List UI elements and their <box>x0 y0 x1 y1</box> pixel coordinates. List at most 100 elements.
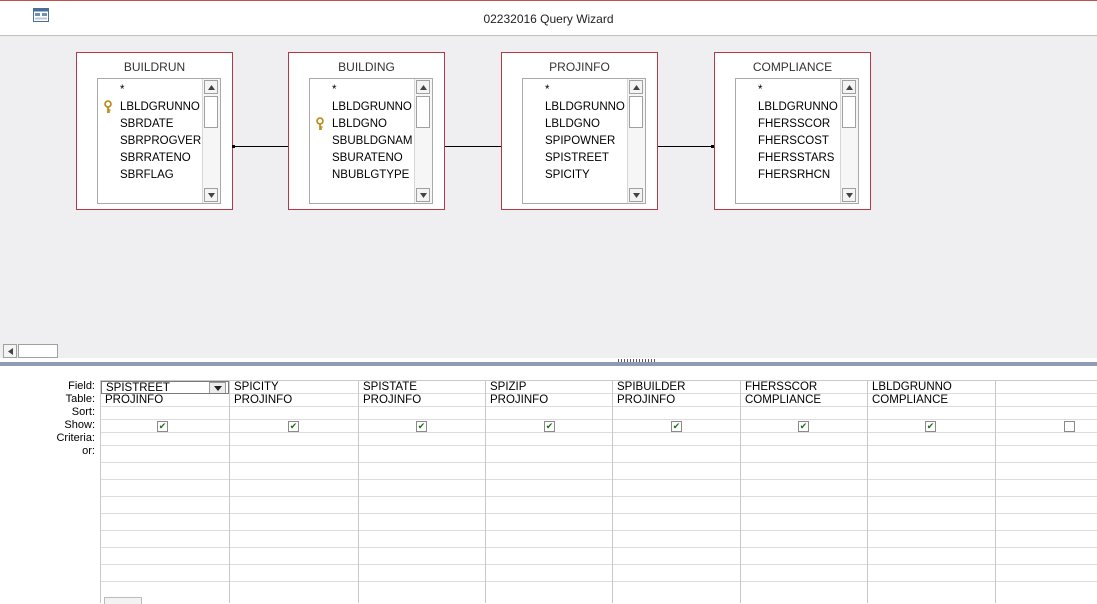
vertical-scrollbar[interactable] <box>840 79 858 203</box>
join-line-buildrun-building[interactable] <box>233 146 288 147</box>
scroll-thumb[interactable] <box>416 96 430 128</box>
grid-horizontal-scrollbar[interactable] <box>104 597 142 604</box>
show-cell[interactable] <box>996 420 1097 433</box>
table-box-buildrun[interactable]: BUILDRUN * LBLDGRUNNO SBRDATE SBRPROGVER… <box>76 52 233 210</box>
show-checkbox[interactable]: ✔ <box>288 421 299 432</box>
table-box-building[interactable]: BUILDING * LBLDGRUNNO LBLDGNO SBUBLDGNAM… <box>288 52 445 210</box>
field-item[interactable]: FHERSCOST <box>736 133 840 150</box>
field-item[interactable]: SBRRATENO <box>98 150 202 167</box>
field-cell[interactable]: SPIZIP <box>486 381 612 394</box>
grid-column[interactable]: SPICITY PROJINFO ✔ <box>230 381 359 603</box>
field-item[interactable]: * <box>310 82 414 99</box>
design-grid[interactable]: SPISTREET PROJINFO ✔ SPICITY PROJINFO ✔ … <box>100 380 1097 603</box>
vertical-scrollbar[interactable] <box>627 79 645 203</box>
show-checkbox[interactable]: ✔ <box>798 421 809 432</box>
table-cell[interactable]: PROJINFO <box>359 394 485 407</box>
field-item[interactable]: LBLDGRUNNO <box>310 99 414 116</box>
field-item[interactable]: SBRDATE <box>98 116 202 133</box>
field-item[interactable]: LBLDGNO <box>523 116 627 133</box>
field-item[interactable]: * <box>98 82 202 99</box>
table-box-projinfo[interactable]: PROJINFO * LBLDGRUNNO LBLDGNO SPIPOWNER … <box>501 52 658 210</box>
field-cell[interactable]: FHERSSCOR <box>741 381 867 394</box>
field-list[interactable]: * LBLDGRUNNO LBLDGNO SPIPOWNER SPISTREET… <box>522 78 646 204</box>
grid-column[interactable] <box>996 381 1097 603</box>
scroll-thumb[interactable] <box>842 96 856 128</box>
grid-column[interactable]: FHERSSCOR COMPLIANCE ✔ <box>741 381 868 603</box>
show-cell[interactable]: ✔ <box>486 420 612 433</box>
show-cell[interactable]: ✔ <box>230 420 358 433</box>
field-item[interactable]: LBLDGRUNNO <box>736 99 840 116</box>
show-cell[interactable]: ✔ <box>741 420 867 433</box>
scroll-thumb[interactable] <box>204 96 218 128</box>
field-list[interactable]: * LBLDGRUNNO FHERSSCOR FHERSCOST FHERSST… <box>735 78 859 204</box>
field-cell[interactable]: SPISTREET <box>101 381 229 394</box>
vertical-scrollbar[interactable] <box>414 79 432 203</box>
field-item[interactable]: FHERSSCOR <box>736 116 840 133</box>
show-cell[interactable]: ✔ <box>359 420 485 433</box>
pane-splitter[interactable] <box>0 358 1097 366</box>
table-cell[interactable]: COMPLIANCE <box>868 394 995 407</box>
scroll-down-button[interactable] <box>204 188 218 202</box>
field-item[interactable]: NBUBLGTYPE <box>310 167 414 184</box>
scroll-up-button[interactable] <box>204 80 218 94</box>
vertical-scrollbar[interactable] <box>202 79 220 203</box>
table-box-compliance[interactable]: COMPLIANCE * LBLDGRUNNO FHERSSCOR FHERSC… <box>714 52 871 210</box>
scroll-thumb[interactable] <box>629 96 643 128</box>
scroll-up-button[interactable] <box>842 80 856 94</box>
scroll-down-button[interactable] <box>629 188 643 202</box>
show-cell[interactable]: ✔ <box>613 420 740 433</box>
table-cell[interactable]: PROJINFO <box>613 394 740 407</box>
scroll-down-button[interactable] <box>842 188 856 202</box>
field-item[interactable]: SBURATENO <box>310 150 414 167</box>
show-cell[interactable]: ✔ <box>101 420 229 433</box>
show-checkbox[interactable]: ✔ <box>416 421 427 432</box>
field-dropdown-button[interactable] <box>209 382 226 393</box>
grid-column[interactable]: SPISTREET PROJINFO ✔ <box>101 381 230 603</box>
grid-column[interactable]: SPISTATE PROJINFO ✔ <box>359 381 486 603</box>
scroll-down-button[interactable] <box>416 188 430 202</box>
join-line-building-projinfo[interactable] <box>445 146 501 147</box>
grid-column[interactable]: LBLDGRUNNO COMPLIANCE ✔ <box>868 381 996 603</box>
grid-column[interactable]: SPIZIP PROJINFO ✔ <box>486 381 613 603</box>
field-item[interactable]: LBLDGNO <box>310 116 414 133</box>
field-item[interactable]: FHERSRHCN <box>736 167 840 184</box>
scroll-up-button[interactable] <box>416 80 430 94</box>
show-checkbox[interactable] <box>1064 421 1075 432</box>
field-cell[interactable] <box>996 381 1097 394</box>
field-item[interactable]: SBUBLDGNAM <box>310 133 414 150</box>
join-line-projinfo-compliance[interactable] <box>658 146 714 147</box>
field-list[interactable]: * LBLDGRUNNO SBRDATE SBRPROGVER SBRRATEN… <box>97 78 221 204</box>
show-checkbox[interactable]: ✔ <box>544 421 555 432</box>
table-cell[interactable]: PROJINFO <box>101 394 229 407</box>
field-item[interactable]: SPICITY <box>523 167 627 184</box>
field-cell[interactable]: SPICITY <box>230 381 358 394</box>
scroll-up-button[interactable] <box>629 80 643 94</box>
table-cell[interactable]: COMPLIANCE <box>741 394 867 407</box>
grid-column[interactable]: SPIBUILDER PROJINFO ✔ <box>613 381 741 603</box>
field-cell[interactable]: SPIBUILDER <box>613 381 740 394</box>
scroll-thumb[interactable] <box>18 344 58 358</box>
field-item[interactable]: LBLDGRUNNO <box>98 99 202 116</box>
show-checkbox[interactable]: ✔ <box>925 421 936 432</box>
field-item[interactable]: SPISTREET <box>523 150 627 167</box>
field-item[interactable]: * <box>736 82 840 99</box>
scroll-left-button[interactable] <box>3 344 17 358</box>
field-item[interactable]: * <box>523 82 627 99</box>
field-item[interactable]: LBLDGRUNNO <box>523 99 627 116</box>
show-checkbox[interactable]: ✔ <box>671 421 682 432</box>
design-grid-pane[interactable]: Field: Table: Sort: Show: Criteria: or: … <box>0 366 1097 604</box>
field-item[interactable]: SBRFLAG <box>98 167 202 184</box>
field-cell[interactable]: LBLDGRUNNO <box>868 381 995 394</box>
field-item[interactable]: SPIPOWNER <box>523 133 627 150</box>
table-cell[interactable] <box>996 394 1097 407</box>
show-checkbox[interactable]: ✔ <box>157 421 168 432</box>
table-cell[interactable]: PROJINFO <box>230 394 358 407</box>
field-cell[interactable]: SPISTATE <box>359 381 485 394</box>
field-list[interactable]: * LBLDGRUNNO LBLDGNO SBUBLDGNAM SBURATEN… <box>309 78 433 204</box>
table-cell[interactable]: PROJINFO <box>486 394 612 407</box>
field-item[interactable]: FHERSSTARS <box>736 150 840 167</box>
field-item[interactable]: SBRPROGVER <box>98 133 202 150</box>
criteria-cell[interactable] <box>101 433 229 446</box>
table-diagram-pane[interactable]: BUILDRUN * LBLDGRUNNO SBRDATE SBRPROGVER… <box>0 36 1097 358</box>
horizontal-scrollbar[interactable] <box>0 342 60 358</box>
